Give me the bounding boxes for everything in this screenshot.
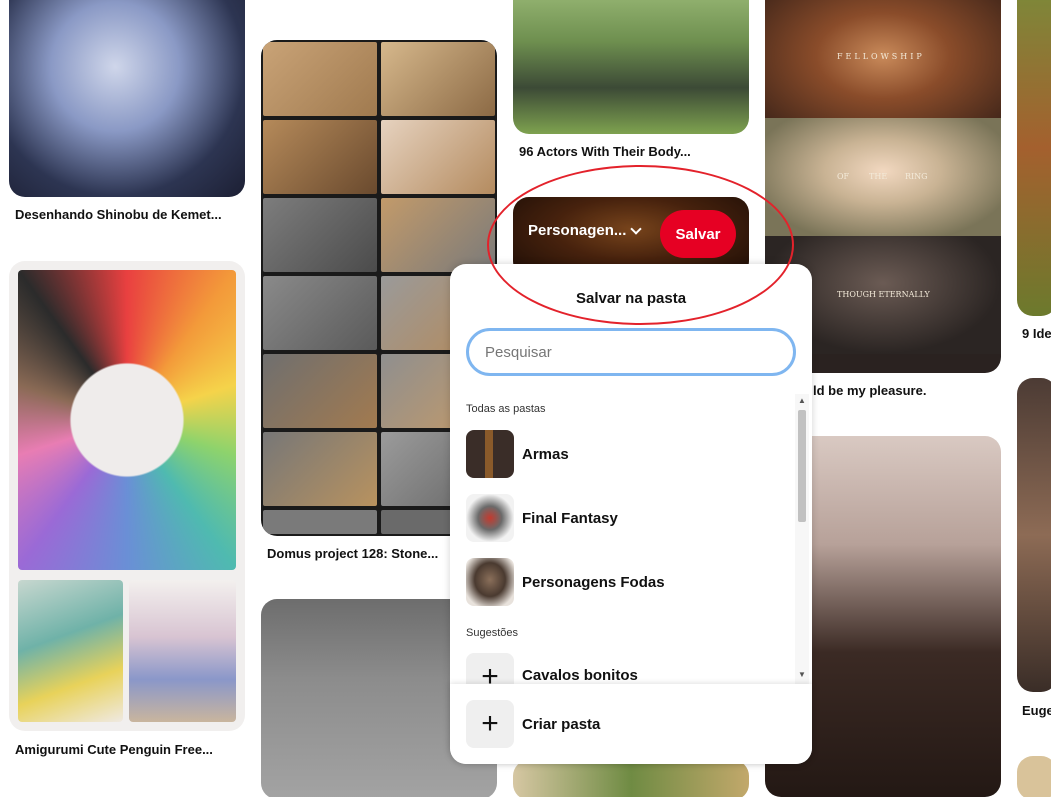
amigurumi-photo-bottom-right — [129, 580, 236, 722]
pin-title-domus[interactable]: Domus project 128: Stone... — [267, 546, 438, 561]
domus-cell — [263, 354, 377, 428]
pin-title-actors[interactable]: 96 Actors With Their Body... — [519, 144, 691, 159]
board-name: Final Fantasy — [522, 509, 618, 527]
lotr-caption-bottom: THOUGH ETERNALLY — [837, 290, 930, 299]
suggestions-label: Sugestões — [466, 627, 518, 639]
suggestion-name: Cavalos bonitos — [522, 667, 638, 684]
plus-icon: + — [466, 653, 514, 684]
pin-title-right-1[interactable]: 9 Ide — [1022, 326, 1051, 341]
pin-title-right-2[interactable]: Euge — [1022, 703, 1051, 718]
board-item-personagens-fodas[interactable]: Personagens Fodas — [466, 557, 786, 607]
character-art-thumbnail — [466, 558, 514, 606]
popup-title: Salvar na pasta — [575, 290, 687, 307]
create-board-button[interactable]: + Criar pasta — [466, 700, 600, 748]
pin-image-right-2[interactable] — [1017, 378, 1051, 692]
domus-cell — [263, 510, 377, 534]
suggestion-item-cavalos-bonitos[interactable]: + Cavalos bonitos — [466, 653, 786, 684]
board-name: Personagens Fodas — [522, 573, 665, 591]
lotr-caption-mid-2: THE — [869, 172, 888, 181]
pin-image-shinobu[interactable] — [9, 0, 245, 197]
pin-title-amigurumi[interactable]: Amigurumi Cute Penguin Free... — [15, 742, 213, 757]
domus-cell — [263, 432, 377, 506]
amigurumi-photo-bottom-left — [18, 580, 123, 722]
scroll-up-arrow-icon[interactable]: ▲ — [795, 396, 809, 406]
board-selector-dropdown[interactable]: Personagen... — [528, 222, 643, 239]
pin-image-right-3[interactable] — [1017, 756, 1051, 797]
save-button[interactable]: Salvar — [660, 210, 736, 258]
lotr-caption-mid-3: RING — [905, 172, 928, 181]
domus-cell — [381, 42, 495, 116]
sword-thumbnail — [466, 430, 514, 478]
plus-icon: + — [466, 700, 514, 748]
domus-cell — [263, 276, 377, 350]
pin-title-lotr[interactable]: ld be my pleasure. — [813, 383, 926, 398]
scroll-down-arrow-icon[interactable]: ▼ — [795, 670, 809, 680]
popup-footer: + Criar pasta — [450, 684, 812, 764]
board-item-armas[interactable]: Armas — [466, 429, 786, 479]
chevron-down-icon — [630, 222, 643, 235]
pin-image-actors[interactable] — [513, 0, 749, 134]
scrollbar-thumb[interactable] — [798, 410, 806, 522]
all-boards-label: Todas as pastas — [466, 403, 546, 415]
pin-image-bottom-mid[interactable] — [513, 760, 749, 797]
domus-cell — [381, 198, 495, 272]
search-input[interactable] — [485, 343, 793, 361]
search-field[interactable] — [466, 328, 796, 376]
domus-cell — [263, 198, 377, 272]
board-list-scrollbar[interactable]: ▲ ▼ — [795, 394, 809, 684]
domus-cell — [263, 120, 377, 194]
lotr-caption-top: FELLOWSHIP — [837, 52, 925, 61]
board-selector-label: Personagen... — [528, 222, 627, 239]
create-board-label: Criar pasta — [522, 715, 601, 733]
lotr-caption-mid-1: OF — [837, 172, 850, 181]
save-to-board-popup: Salvar na pasta Todas as pastas Armas Fi… — [450, 264, 812, 764]
board-name: Armas — [522, 445, 569, 463]
pin-image-right-1[interactable] — [1017, 0, 1051, 316]
pin-title-shinobu[interactable]: Desenhando Shinobu de Kemet... — [15, 207, 222, 222]
dragon-art-thumbnail — [466, 494, 514, 542]
amigurumi-photo-top — [18, 270, 236, 570]
pin-image-amigurumi[interactable] — [9, 261, 245, 731]
board-item-final-fantasy[interactable]: Final Fantasy — [466, 493, 786, 543]
domus-cell — [381, 120, 495, 194]
domus-cell — [263, 42, 377, 116]
